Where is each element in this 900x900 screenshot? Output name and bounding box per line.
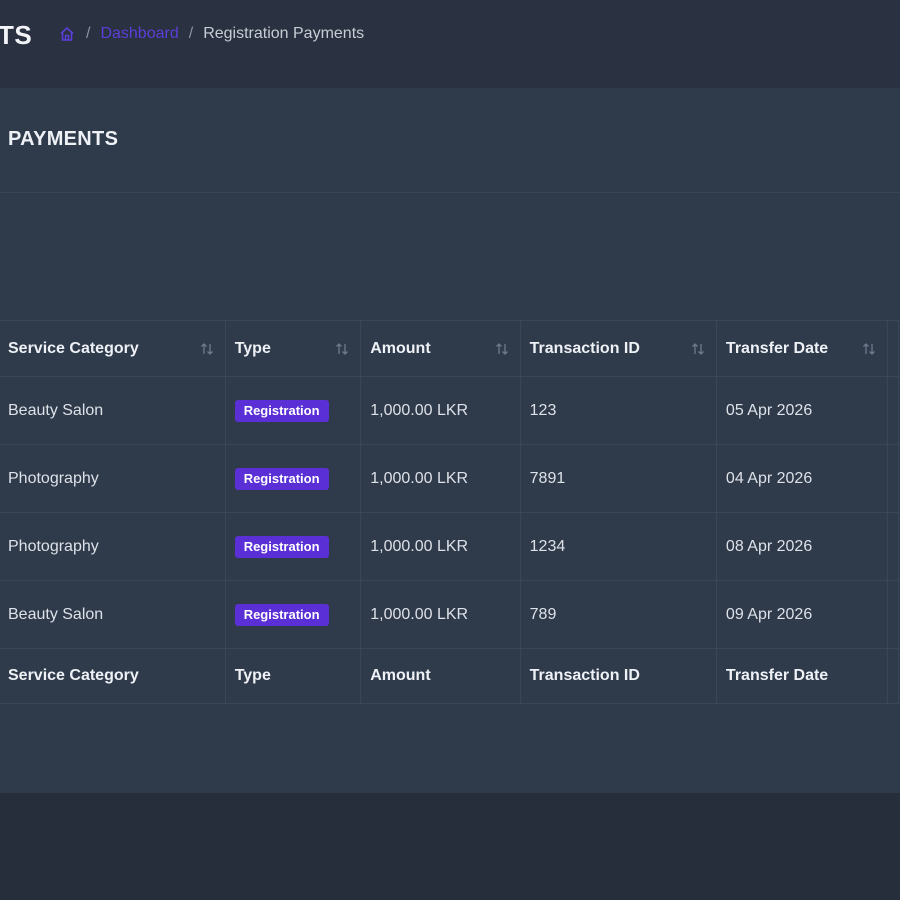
transfer-date-cell: 04 Apr 2026 (725, 469, 813, 487)
service-category-cell: Beauty Salon (8, 605, 104, 623)
footer-type: Type (234, 667, 271, 684)
type-badge: Registration (234, 603, 329, 626)
amount-cell: 1,000.00 LKR (370, 401, 469, 419)
payments-card: PAYMENTS Service Category Type Amount Tr… (0, 88, 900, 793)
column-header-type[interactable]: Type (225, 320, 362, 377)
amount-cell: 1,000.00 LKR (370, 605, 469, 623)
type-badge: Registration (234, 399, 329, 422)
column-header-transfer-date[interactable]: Transfer Date (716, 320, 889, 377)
sort-arrows-icon[interactable] (690, 341, 706, 357)
breadcrumb-separator: / (86, 25, 91, 42)
column-header-service-category[interactable]: Service Category (0, 320, 226, 377)
transfer-date-cell: 08 Apr 2026 (725, 537, 813, 555)
table-row: Beauty Salon Registration 1,000.00 LKR 7… (0, 580, 899, 649)
footer-service-category: Service Category (8, 667, 139, 684)
breadcrumb: / Dashboard / Registration Payments (58, 25, 364, 43)
amount-cell: 1,000.00 LKR (370, 469, 469, 487)
service-category-cell: Photography (8, 469, 99, 487)
card-header: PAYMENTS (0, 88, 900, 193)
table-footer-row: Service Category Type Amount Transaction… (0, 648, 899, 704)
footer-transfer-date: Transfer Date (725, 667, 829, 684)
transaction-id-cell: 7891 (529, 469, 566, 487)
breadcrumb-dashboard-link[interactable]: Dashboard (100, 25, 178, 43)
table-header-row: Service Category Type Amount Transaction… (0, 320, 899, 377)
service-category-cell: Beauty Salon (8, 401, 104, 419)
amount-cell: 1,000.00 LKR (370, 537, 469, 555)
transaction-id-cell: 789 (529, 605, 557, 623)
transfer-date-cell: 09 Apr 2026 (725, 605, 813, 623)
transaction-id-cell: 123 (529, 401, 557, 419)
footer-amount: Amount (370, 667, 431, 684)
payments-table: Service Category Type Amount Transaction… (0, 320, 899, 704)
service-category-cell: Photography (8, 537, 99, 555)
top-bar: TS / Dashboard / Registration Payments (0, 0, 900, 88)
sort-arrows-icon[interactable] (199, 341, 215, 357)
type-badge: Registration (234, 467, 329, 490)
table-row: Photography Registration 1,000.00 LKR 78… (0, 444, 899, 513)
column-header-overflow (887, 320, 899, 377)
table-row: Photography Registration 1,000.00 LKR 12… (0, 512, 899, 581)
page-title: TS (0, 20, 33, 50)
sort-arrows-icon[interactable] (334, 341, 350, 357)
table-row: Beauty Salon Registration 1,000.00 LKR 1… (0, 376, 899, 445)
breadcrumb-current: Registration Payments (203, 25, 365, 42)
footer-transaction-id: Transaction ID (529, 667, 640, 684)
card-title: PAYMENTS (8, 128, 119, 150)
sort-arrows-icon[interactable] (861, 341, 877, 357)
sort-arrows-icon[interactable] (494, 341, 510, 357)
breadcrumb-separator: / (188, 25, 194, 42)
type-badge: Registration (234, 535, 329, 558)
column-header-transaction-id[interactable]: Transaction ID (520, 320, 717, 377)
home-icon[interactable] (58, 25, 76, 43)
transaction-id-cell: 1234 (529, 537, 566, 555)
transfer-date-cell: 05 Apr 2026 (725, 401, 813, 419)
column-header-amount[interactable]: Amount (360, 320, 521, 377)
